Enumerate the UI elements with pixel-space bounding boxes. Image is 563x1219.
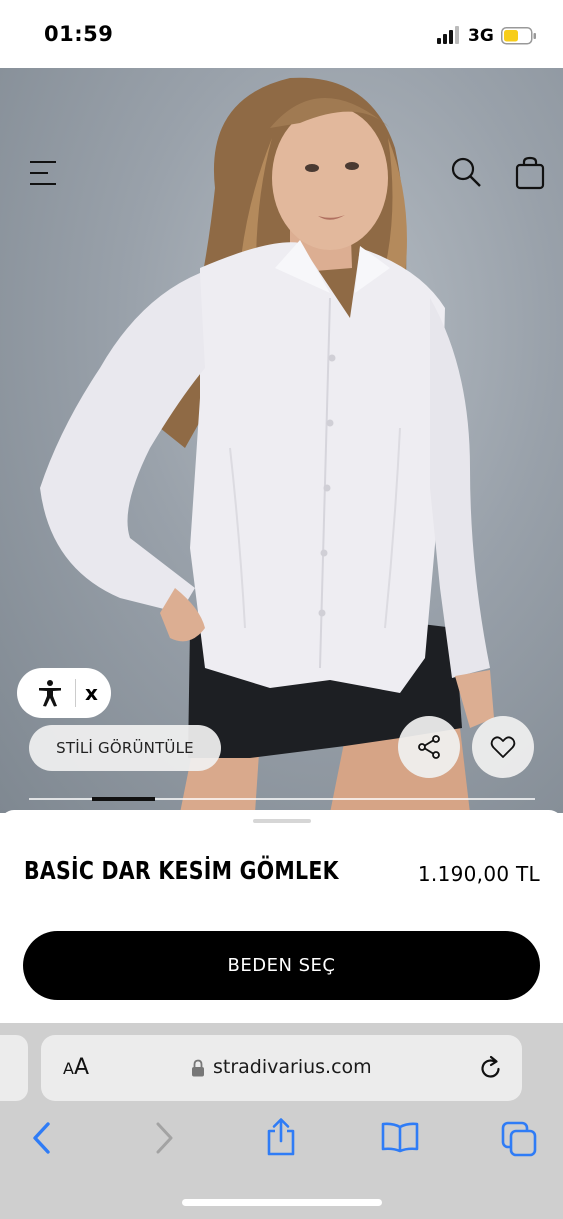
view-style-button[interactable]: STİLİ GÖRÜNTÜLE (29, 725, 221, 771)
hamburger-menu-icon[interactable] (28, 158, 58, 188)
share-sheet-icon[interactable] (264, 1117, 298, 1157)
favorite-button[interactable] (472, 716, 534, 778)
product-title: BASİC DAR KESİM GÖMLEK (24, 856, 339, 885)
search-icon[interactable] (450, 156, 482, 188)
heart-icon (490, 736, 516, 758)
battery-icon (501, 27, 536, 45)
accessibility-close-button[interactable]: x (85, 681, 98, 705)
url-text[interactable]: stradivarius.com (213, 1056, 372, 1078)
accessibility-icon[interactable] (37, 679, 63, 707)
product-info-sheet: BASİC DAR KESİM GÖMLEK 1.190,00 TL BEDEN… (0, 810, 563, 1023)
divider (75, 679, 76, 707)
status-bar: 01:59 3G (0, 0, 563, 68)
tabs-icon[interactable] (501, 1121, 537, 1157)
shopping-bag-icon[interactable] (514, 156, 546, 190)
status-time: 01:59 (44, 22, 114, 46)
reload-icon[interactable] (479, 1055, 503, 1081)
select-size-button[interactable]: BEDEN SEÇ (23, 931, 540, 1000)
browser-toolbar: AA stradivarius.com (0, 1023, 563, 1219)
share-icon (418, 735, 440, 759)
share-button[interactable] (398, 716, 460, 778)
signal-strength-icon (437, 26, 459, 44)
forward-icon[interactable] (152, 1121, 176, 1155)
product-price: 1.190,00 TL (417, 862, 540, 886)
back-icon[interactable] (30, 1121, 54, 1155)
network-type: 3G (468, 26, 494, 46)
sheet-grabber[interactable] (253, 819, 311, 823)
gallery-progress-indicator (92, 797, 155, 801)
text-size-button[interactable]: AA (63, 1055, 89, 1080)
accessibility-widget[interactable]: x (17, 668, 111, 718)
bookmarks-icon[interactable] (381, 1121, 419, 1153)
home-indicator (182, 1199, 382, 1206)
address-bar[interactable]: AA stradivarius.com (41, 1035, 522, 1101)
lock-icon (192, 1059, 204, 1077)
previous-tab-preview[interactable] (0, 1035, 28, 1101)
